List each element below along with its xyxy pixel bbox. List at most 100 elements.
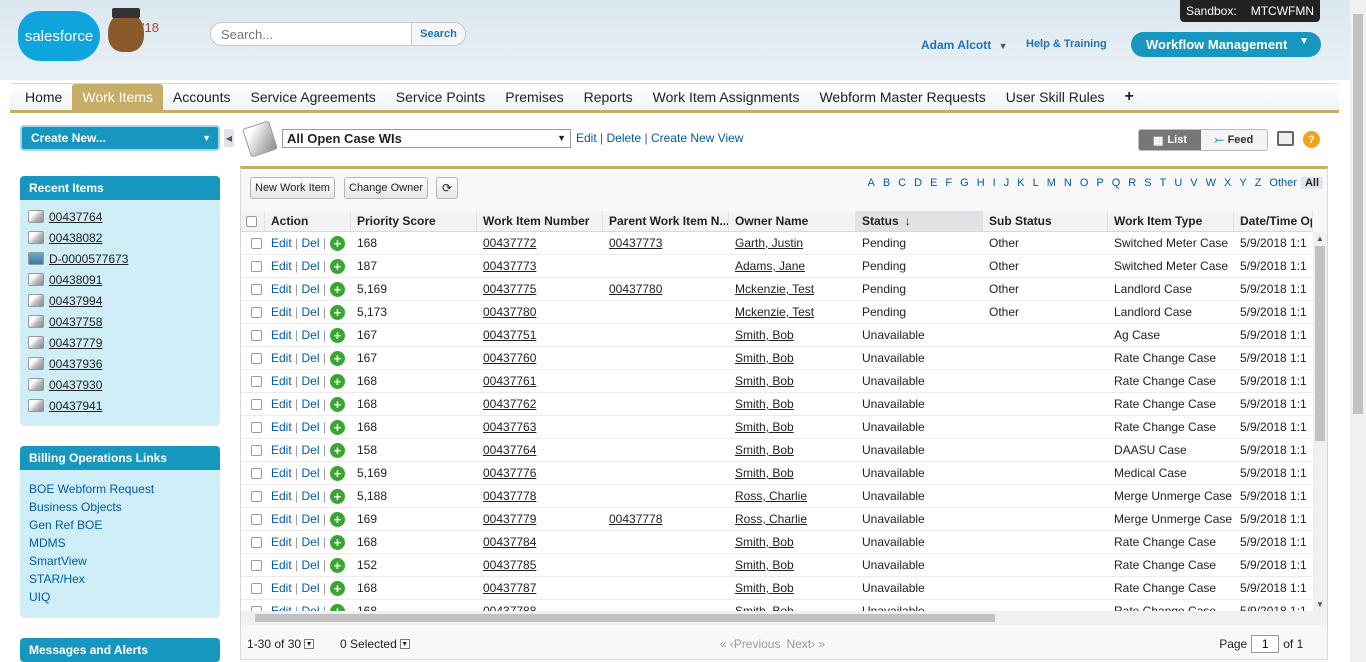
alpha-filter-d[interactable]: D	[910, 177, 926, 189]
alpha-filter-u[interactable]: U	[1170, 177, 1186, 189]
owner-name-link[interactable]: Smith, Bob	[735, 328, 794, 342]
alpha-filter-s[interactable]: S	[1140, 177, 1155, 189]
column-header-owner-name[interactable]: Owner Name	[729, 211, 856, 231]
add-icon[interactable]: +	[329, 304, 345, 320]
del-link[interactable]: Del	[301, 466, 319, 480]
refresh-icon[interactable]: ⟳	[436, 177, 458, 199]
recent-item-link[interactable]: 00437936	[49, 357, 102, 371]
row-checkbox[interactable]	[251, 283, 262, 295]
work-item-number-link[interactable]: 00437778	[483, 489, 536, 503]
select-all-checkbox[interactable]	[241, 211, 265, 231]
recent-item-link[interactable]: 00437779	[49, 336, 102, 350]
work-item-number-link[interactable]: 00437779	[483, 512, 536, 526]
work-item-number-link[interactable]: 00437776	[483, 466, 536, 480]
add-icon[interactable]: +	[329, 603, 345, 611]
work-item-number-link[interactable]: 00437761	[483, 374, 536, 388]
billing-link-star-hex[interactable]: STAR/Hex	[20, 572, 220, 590]
alpha-filter-i[interactable]: I	[989, 177, 1000, 189]
row-checkbox[interactable]	[251, 582, 262, 594]
billing-link-mdms[interactable]: MDMS	[20, 536, 220, 554]
edit-link[interactable]: Edit	[271, 443, 292, 457]
owner-name-link[interactable]: Ross, Charlie	[735, 512, 807, 526]
del-link[interactable]: Del	[301, 489, 319, 503]
del-link[interactable]: Del	[301, 443, 319, 457]
horizontal-scrollbar[interactable]	[241, 611, 1327, 625]
column-header-status[interactable]: Status ↓	[856, 211, 983, 231]
del-link[interactable]: Del	[301, 305, 319, 319]
work-item-number-link[interactable]: 00437784	[483, 535, 536, 549]
column-header-date-time-opened[interactable]: Date/Time Ope	[1234, 211, 1313, 231]
work-item-number-link[interactable]: 00437762	[483, 397, 536, 411]
column-header-sub-status[interactable]: Sub Status	[983, 211, 1108, 231]
alpha-filter-q[interactable]: Q	[1108, 177, 1125, 189]
add-icon[interactable]: +	[329, 534, 345, 550]
recent-item[interactable]: 00438091	[20, 269, 220, 290]
alpha-filter-f[interactable]: F	[941, 177, 956, 189]
alpha-filter-v[interactable]: V	[1186, 177, 1201, 189]
work-item-number-link[interactable]: 00437788	[483, 604, 536, 611]
list-toggle-button[interactable]: ▦ List	[1139, 130, 1201, 150]
edit-link[interactable]: Edit	[271, 558, 292, 572]
owner-name-link[interactable]: Adams, Jane	[735, 259, 805, 273]
add-icon[interactable]: +	[329, 350, 345, 366]
column-header-work-item-number[interactable]: Work Item Number	[477, 211, 603, 231]
owner-name-link[interactable]: Smith, Bob	[735, 351, 794, 365]
owner-name-link[interactable]: Smith, Bob	[735, 374, 794, 388]
tab-webform-master-requests[interactable]: Webform Master Requests	[809, 84, 995, 110]
add-icon[interactable]: +	[329, 465, 345, 481]
del-link[interactable]: Del	[301, 374, 319, 388]
recent-item[interactable]: 00437941	[20, 395, 220, 416]
alpha-filter-t[interactable]: T	[1156, 177, 1171, 189]
del-link[interactable]: Del	[301, 328, 319, 342]
add-icon[interactable]: +	[329, 511, 345, 527]
row-checkbox[interactable]	[251, 260, 262, 272]
alpha-filter-p[interactable]: P	[1092, 177, 1107, 189]
column-header-parent-work-item[interactable]: Parent Work Item N...	[603, 211, 729, 231]
create-view-link[interactable]: Create New View	[651, 131, 743, 145]
recent-item-link[interactable]: 00437758	[49, 315, 102, 329]
help-icon[interactable]: ?	[1303, 131, 1320, 148]
alpha-filter-c[interactable]: C	[894, 177, 910, 189]
row-checkbox[interactable]	[251, 559, 262, 571]
add-icon[interactable]: +	[329, 373, 345, 389]
row-checkbox[interactable]	[251, 329, 262, 341]
del-link[interactable]: Del	[301, 420, 319, 434]
delete-view-link[interactable]: Delete	[606, 131, 641, 145]
add-icon[interactable]: +	[329, 488, 345, 504]
row-checkbox[interactable]	[251, 237, 262, 249]
tab-service-agreements[interactable]: Service Agreements	[240, 84, 385, 110]
alpha-filter-j[interactable]: J	[1000, 177, 1014, 189]
owner-name-link[interactable]: Mckenzie, Test	[735, 305, 814, 319]
edit-link[interactable]: Edit	[271, 305, 292, 319]
search-button[interactable]: Search	[411, 23, 465, 45]
next-page-button[interactable]: Next› »	[786, 637, 825, 651]
del-link[interactable]: Del	[301, 581, 319, 595]
print-icon[interactable]	[1277, 131, 1294, 146]
work-item-number-link[interactable]: 00437760	[483, 351, 536, 365]
edit-view-link[interactable]: Edit	[576, 131, 597, 145]
column-header-work-item-type[interactable]: Work Item Type	[1108, 211, 1234, 231]
billing-link-gen-ref-boe[interactable]: Gen Ref BOE	[20, 518, 220, 536]
salesforce-logo[interactable]: salesforce	[18, 11, 100, 61]
alpha-filter-b[interactable]: B	[879, 177, 894, 189]
alpha-filter-e[interactable]: E	[926, 177, 941, 189]
new-work-item-button[interactable]: New Work Item	[250, 177, 335, 199]
parent-work-item-link[interactable]: 00437773	[609, 236, 662, 250]
column-header-priority-score[interactable]: Priority Score	[351, 211, 477, 231]
billing-link-boe-webform-request[interactable]: BOE Webform Request	[20, 482, 220, 500]
page-number-input[interactable]	[1251, 635, 1280, 653]
row-checkbox[interactable]	[251, 421, 262, 433]
alpha-filter-h[interactable]: H	[973, 177, 989, 189]
billing-link-uiq[interactable]: UIQ	[20, 590, 220, 608]
edit-link[interactable]: Edit	[271, 604, 292, 611]
work-item-number-link[interactable]: 00437751	[483, 328, 536, 342]
recent-item[interactable]: 00437994	[20, 290, 220, 311]
edit-link[interactable]: Edit	[271, 259, 292, 273]
row-checkbox[interactable]	[251, 444, 262, 456]
row-checkbox[interactable]	[251, 490, 262, 502]
sidebar-collapse-handle[interactable]: ◀	[224, 129, 234, 147]
edit-link[interactable]: Edit	[271, 581, 292, 595]
del-link[interactable]: Del	[301, 558, 319, 572]
alpha-filter-k[interactable]: K	[1013, 177, 1028, 189]
owner-name-link[interactable]: Smith, Bob	[735, 443, 794, 457]
